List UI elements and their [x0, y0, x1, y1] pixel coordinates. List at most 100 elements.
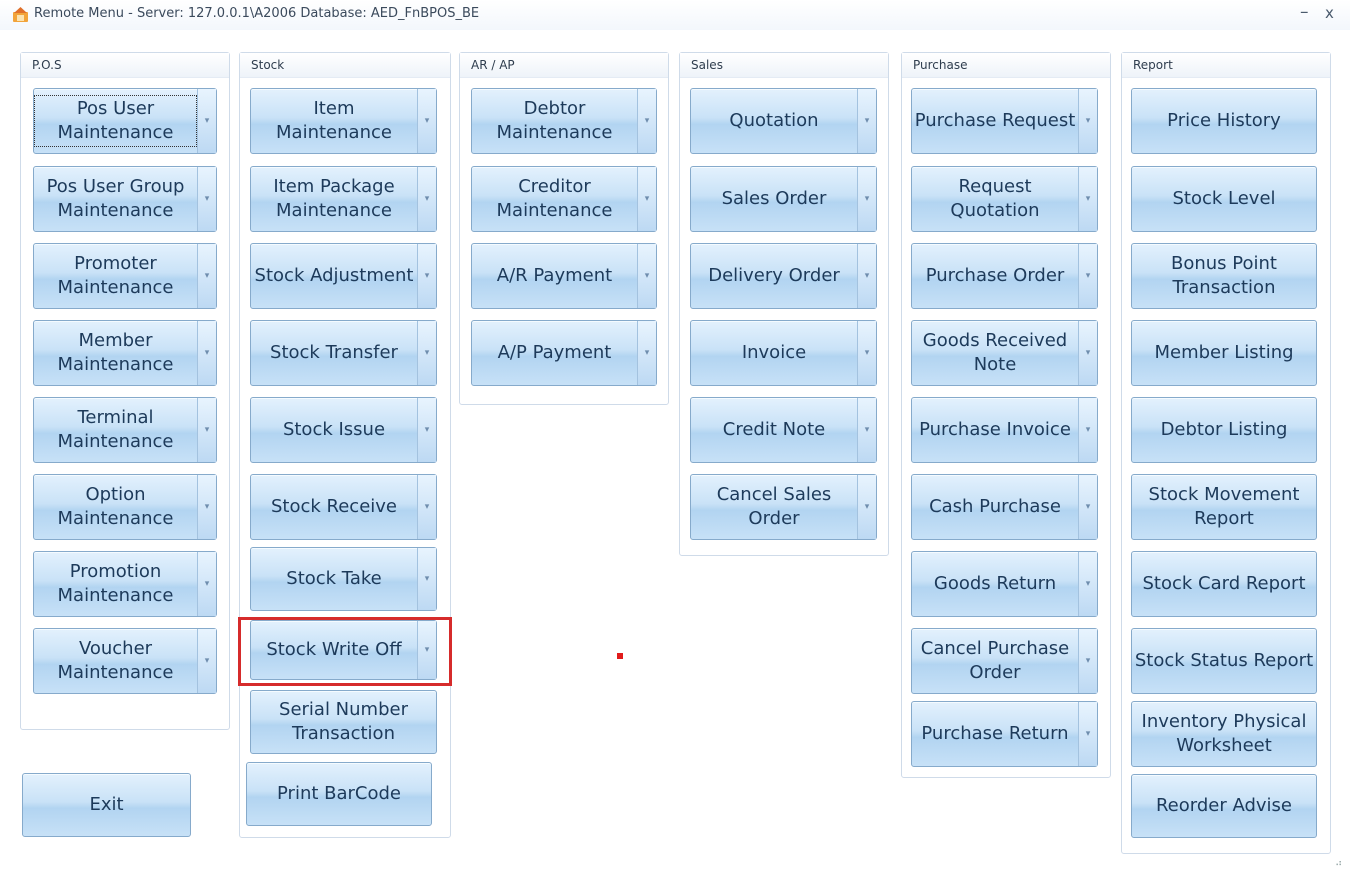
dropdown-arrow-icon[interactable]: ▾	[1078, 321, 1097, 385]
goods-received-note-button[interactable]: Goods Received Note ▾	[911, 320, 1098, 386]
purchase-invoice-button[interactable]: Purchase Invoice ▾	[911, 397, 1098, 463]
stock-level-button[interactable]: Stock Level	[1131, 166, 1317, 232]
button-label: Purchase Order	[925, 265, 1065, 286]
dropdown-arrow-icon[interactable]: ▾	[417, 548, 436, 610]
dropdown-arrow-icon[interactable]: ▾	[417, 398, 436, 462]
member-maintenance-button[interactable]: Member Maintenance ▾	[33, 320, 217, 386]
debtor-listing-button[interactable]: Debtor Listing	[1131, 397, 1317, 463]
stock-receive-button[interactable]: Stock Receive ▾	[250, 474, 437, 540]
button-label: Sales Order	[721, 188, 827, 209]
dropdown-arrow-icon[interactable]: ▾	[1078, 398, 1097, 462]
promotion-maintenance-button[interactable]: Promotion Maintenance ▾	[33, 551, 217, 617]
dropdown-arrow-icon[interactable]: ▾	[1078, 629, 1097, 693]
cursor-marker	[617, 653, 623, 659]
dropdown-arrow-icon[interactable]: ▾	[857, 167, 876, 231]
dropdown-arrow-icon[interactable]: ▾	[857, 89, 876, 153]
cancel-purchase-order-button[interactable]: Cancel Purchase Order ▾	[911, 628, 1098, 694]
button-label: Goods Return	[933, 573, 1057, 594]
sales-order-button[interactable]: Sales Order ▾	[690, 166, 877, 232]
dropdown-arrow-icon[interactable]: ▾	[197, 89, 216, 153]
dropdown-arrow-icon[interactable]: ▾	[857, 475, 876, 539]
dropdown-arrow-icon[interactable]: ▾	[1078, 475, 1097, 539]
dropdown-arrow-icon[interactable]: ▾	[197, 321, 216, 385]
voucher-maintenance-button[interactable]: Voucher Maintenance ▾	[33, 628, 217, 694]
close-button[interactable]: x	[1325, 4, 1334, 22]
dropdown-arrow-icon[interactable]: ▾	[857, 244, 876, 308]
stock-card-report-button[interactable]: Stock Card Report	[1131, 551, 1317, 617]
stock-movement-report-button[interactable]: Stock Movement Report	[1131, 474, 1317, 540]
resize-grip-icon[interactable]: ⠴	[1335, 858, 1342, 869]
ap-payment-button[interactable]: A/P Payment ▾	[471, 320, 657, 386]
dropdown-arrow-icon[interactable]: ▾	[197, 475, 216, 539]
goods-return-button[interactable]: Goods Return ▾	[911, 551, 1098, 617]
debtor-maintenance-button[interactable]: Debtor Maintenance ▾	[471, 88, 657, 154]
exit-button[interactable]: Exit	[22, 773, 191, 837]
dropdown-arrow-icon[interactable]: ▾	[637, 167, 656, 231]
serial-number-transaction-button[interactable]: Serial Number Transaction	[250, 690, 437, 754]
purchase-return-button[interactable]: Purchase Return ▾	[911, 701, 1098, 767]
dropdown-arrow-icon[interactable]: ▾	[1078, 552, 1097, 616]
dropdown-arrow-icon[interactable]: ▾	[1078, 702, 1097, 766]
bonus-point-transaction-button[interactable]: Bonus Point Transaction	[1131, 243, 1317, 309]
button-label: Purchase Invoice	[919, 419, 1071, 440]
stock-issue-button[interactable]: Stock Issue ▾	[250, 397, 437, 463]
dropdown-arrow-icon[interactable]: ▾	[637, 244, 656, 308]
dropdown-arrow-icon[interactable]: ▾	[417, 475, 436, 539]
group-title: Sales	[680, 53, 888, 78]
button-label: Terminal Maintenance	[57, 407, 174, 452]
dropdown-arrow-icon[interactable]: ▾	[197, 244, 216, 308]
dropdown-arrow-icon[interactable]: ▾	[1078, 89, 1097, 153]
stock-adjustment-button[interactable]: Stock Adjustment ▾	[250, 243, 437, 309]
button-label: Stock Receive	[270, 496, 397, 517]
button-label: Stock Adjustment	[254, 265, 414, 286]
dropdown-arrow-icon[interactable]: ▾	[197, 398, 216, 462]
button-label: Quotation	[729, 110, 819, 131]
member-listing-button[interactable]: Member Listing	[1131, 320, 1317, 386]
button-label: Debtor Maintenance	[496, 98, 613, 143]
pos-user-group-maintenance-button[interactable]: Pos User Group Maintenance ▾	[33, 166, 217, 232]
dropdown-arrow-icon[interactable]: ▾	[1078, 244, 1097, 308]
button-label: Purchase Return	[921, 723, 1069, 744]
purchase-order-button[interactable]: Purchase Order ▾	[911, 243, 1098, 309]
invoice-button[interactable]: Invoice ▾	[690, 320, 877, 386]
cancel-sales-order-button[interactable]: Cancel Sales Order ▾	[690, 474, 877, 540]
dropdown-arrow-icon[interactable]: ▾	[417, 167, 436, 231]
minimize-button[interactable]: –	[1300, 2, 1309, 22]
dropdown-arrow-icon[interactable]: ▾	[857, 398, 876, 462]
dropdown-arrow-icon[interactable]: ▾	[197, 167, 216, 231]
pos-user-maintenance-button[interactable]: Pos User Maintenance ▾	[33, 88, 217, 154]
dropdown-arrow-icon[interactable]: ▾	[857, 321, 876, 385]
terminal-maintenance-button[interactable]: Terminal Maintenance ▾	[33, 397, 217, 463]
purchase-request-button[interactable]: Purchase Request ▾	[911, 88, 1098, 154]
dropdown-arrow-icon[interactable]: ▾	[417, 244, 436, 308]
print-barcode-button[interactable]: Print BarCode	[246, 762, 432, 826]
delivery-order-button[interactable]: Delivery Order ▾	[690, 243, 877, 309]
price-history-button[interactable]: Price History	[1131, 88, 1317, 154]
quotation-button[interactable]: Quotation ▾	[690, 88, 877, 154]
app-icon	[13, 7, 28, 22]
item-maintenance-button[interactable]: Item Maintenance ▾	[250, 88, 437, 154]
dropdown-arrow-icon[interactable]: ▾	[417, 89, 436, 153]
dropdown-arrow-icon[interactable]: ▾	[637, 321, 656, 385]
ar-payment-button[interactable]: A/R Payment ▾	[471, 243, 657, 309]
dropdown-arrow-icon[interactable]: ▾	[417, 321, 436, 385]
dropdown-arrow-icon[interactable]: ▾	[197, 552, 216, 616]
dropdown-arrow-icon[interactable]: ▾	[197, 629, 216, 693]
option-maintenance-button[interactable]: Option Maintenance ▾	[33, 474, 217, 540]
stock-transfer-button[interactable]: Stock Transfer ▾	[250, 320, 437, 386]
promoter-maintenance-button[interactable]: Promoter Maintenance ▾	[33, 243, 217, 309]
cash-purchase-button[interactable]: Cash Purchase ▾	[911, 474, 1098, 540]
stock-status-report-button[interactable]: Stock Status Report	[1131, 628, 1317, 694]
item-package-maintenance-button[interactable]: Item Package Maintenance ▾	[250, 166, 437, 232]
button-label: Stock Status Report	[1134, 650, 1314, 671]
window-title: Remote Menu - Server: 127.0.0.1\A2006 Da…	[34, 6, 480, 21]
dropdown-arrow-icon[interactable]: ▾	[1078, 167, 1097, 231]
creditor-maintenance-button[interactable]: Creditor Maintenance ▾	[471, 166, 657, 232]
button-label: Stock Movement Report	[1148, 484, 1300, 529]
stock-take-button[interactable]: Stock Take ▾	[250, 547, 437, 611]
reorder-advise-button[interactable]: Reorder Advise	[1131, 774, 1317, 838]
credit-note-button[interactable]: Credit Note ▾	[690, 397, 877, 463]
inventory-physical-worksheet-button[interactable]: Inventory Physical Worksheet	[1131, 701, 1317, 767]
request-quotation-button[interactable]: Request Quotation ▾	[911, 166, 1098, 232]
dropdown-arrow-icon[interactable]: ▾	[637, 89, 656, 153]
